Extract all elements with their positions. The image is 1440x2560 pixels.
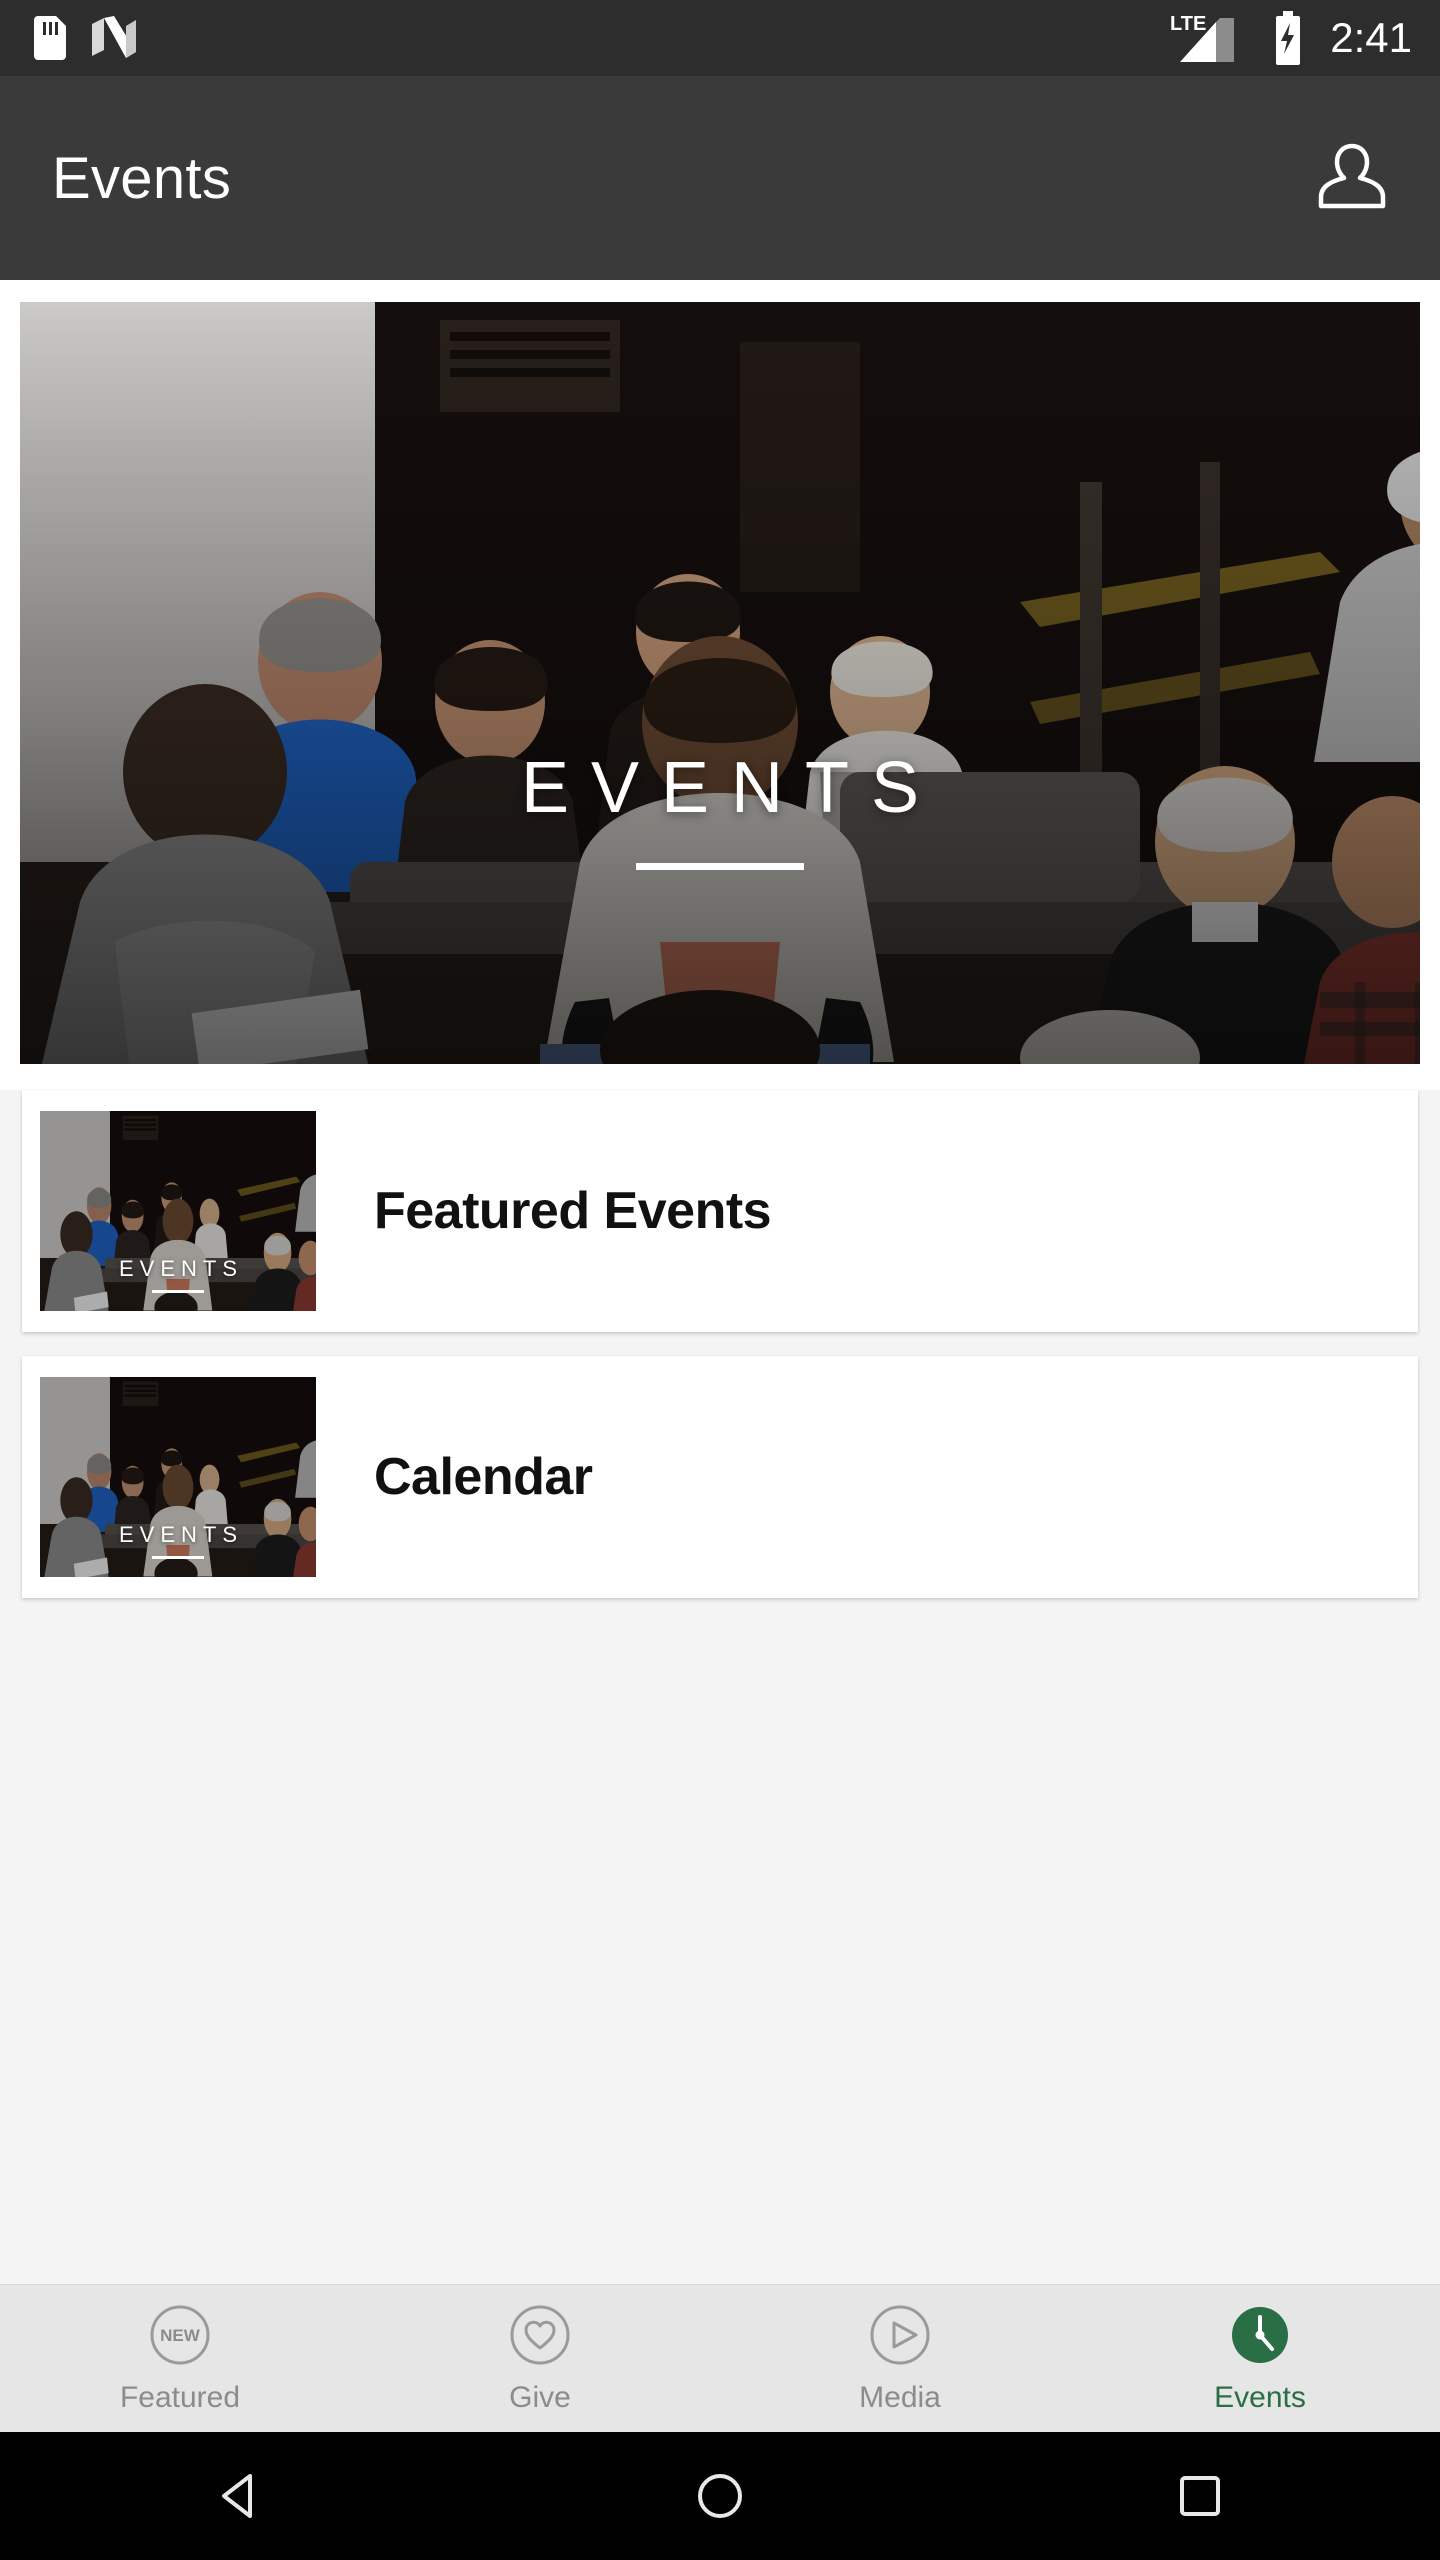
hero-title: EVENTS <box>520 747 942 828</box>
android-navigation-bar <box>0 2432 1440 2560</box>
list-item-label: Featured Events <box>374 1182 772 1240</box>
triangle-back-icon <box>222 2474 252 2518</box>
tab-label: Events <box>1214 2380 1306 2414</box>
tab-events[interactable]: Events <box>1080 2303 1440 2415</box>
sd-card-icon <box>34 16 66 60</box>
new-badge-circle-icon: NEW <box>150 2305 210 2364</box>
nfc-icon <box>92 16 136 58</box>
list-item[interactable]: EVENTS Calendar <box>22 1356 1418 1598</box>
events-list: EVENTS Featured Events EVENTS Calendar <box>0 1090 1440 1622</box>
thumbnail-overlay: EVENTS <box>40 1377 316 1577</box>
thumbnail-underline <box>152 1556 204 1559</box>
profile-button[interactable] <box>1316 138 1440 218</box>
svg-text:LTE: LTE <box>1170 13 1206 35</box>
battery-charging-icon <box>1276 11 1301 65</box>
tab-label: Featured <box>119 2380 241 2414</box>
thumbnail-underline <box>152 1290 204 1293</box>
page-title: Events <box>52 145 232 211</box>
thumbnail-title: EVENTS <box>118 1522 244 1547</box>
thumbnail-overlay: EVENTS <box>40 1111 316 1311</box>
svg-text:NEW: NEW <box>160 2326 201 2345</box>
phone-screen: LTE 2:41 Events EVENTS EVENTS Featured E… <box>0 0 1440 2560</box>
clock-circle-filled-icon <box>1232 2306 1288 2363</box>
hero-overlay: EVENTS <box>20 302 1420 1064</box>
hero-banner[interactable]: EVENTS <box>0 280 1440 1090</box>
tab-label: Give <box>509 2380 571 2414</box>
hero-image: EVENTS <box>20 302 1420 1064</box>
profile-person-icon <box>1318 143 1386 209</box>
list-item-thumbnail: EVENTS <box>40 1377 316 1577</box>
square-recents-icon <box>1180 2476 1220 2516</box>
status-bar-right-icons: LTE 2:41 <box>1168 10 1440 66</box>
back-button[interactable] <box>170 2432 310 2560</box>
list-item-label: Calendar <box>374 1448 593 1506</box>
tab-media[interactable]: Media <box>720 2303 1080 2415</box>
tab-featured[interactable]: NEW Featured <box>0 2303 360 2415</box>
tab-label: Media <box>859 2380 941 2414</box>
thumbnail-title: EVENTS <box>118 1256 244 1281</box>
status-bar-clock: 2:41 <box>1330 14 1412 61</box>
tab-give[interactable]: Give <box>360 2303 720 2415</box>
status-bar: LTE 2:41 <box>0 0 1440 76</box>
heart-circle-icon <box>510 2305 570 2364</box>
home-button[interactable] <box>650 2432 790 2560</box>
play-circle-icon <box>870 2305 930 2364</box>
hero-underline <box>636 862 804 870</box>
recents-button[interactable] <box>1130 2432 1270 2560</box>
bottom-tab-bar: NEW Featured Give Media Events <box>0 2284 1440 2432</box>
list-item-thumbnail: EVENTS <box>40 1111 316 1311</box>
circle-home-icon <box>698 2474 742 2518</box>
app-bar: Events <box>0 76 1440 280</box>
status-bar-left-icons <box>0 16 140 60</box>
lte-signal-icon: LTE <box>1170 13 1235 62</box>
list-item[interactable]: EVENTS Featured Events <box>22 1090 1418 1332</box>
